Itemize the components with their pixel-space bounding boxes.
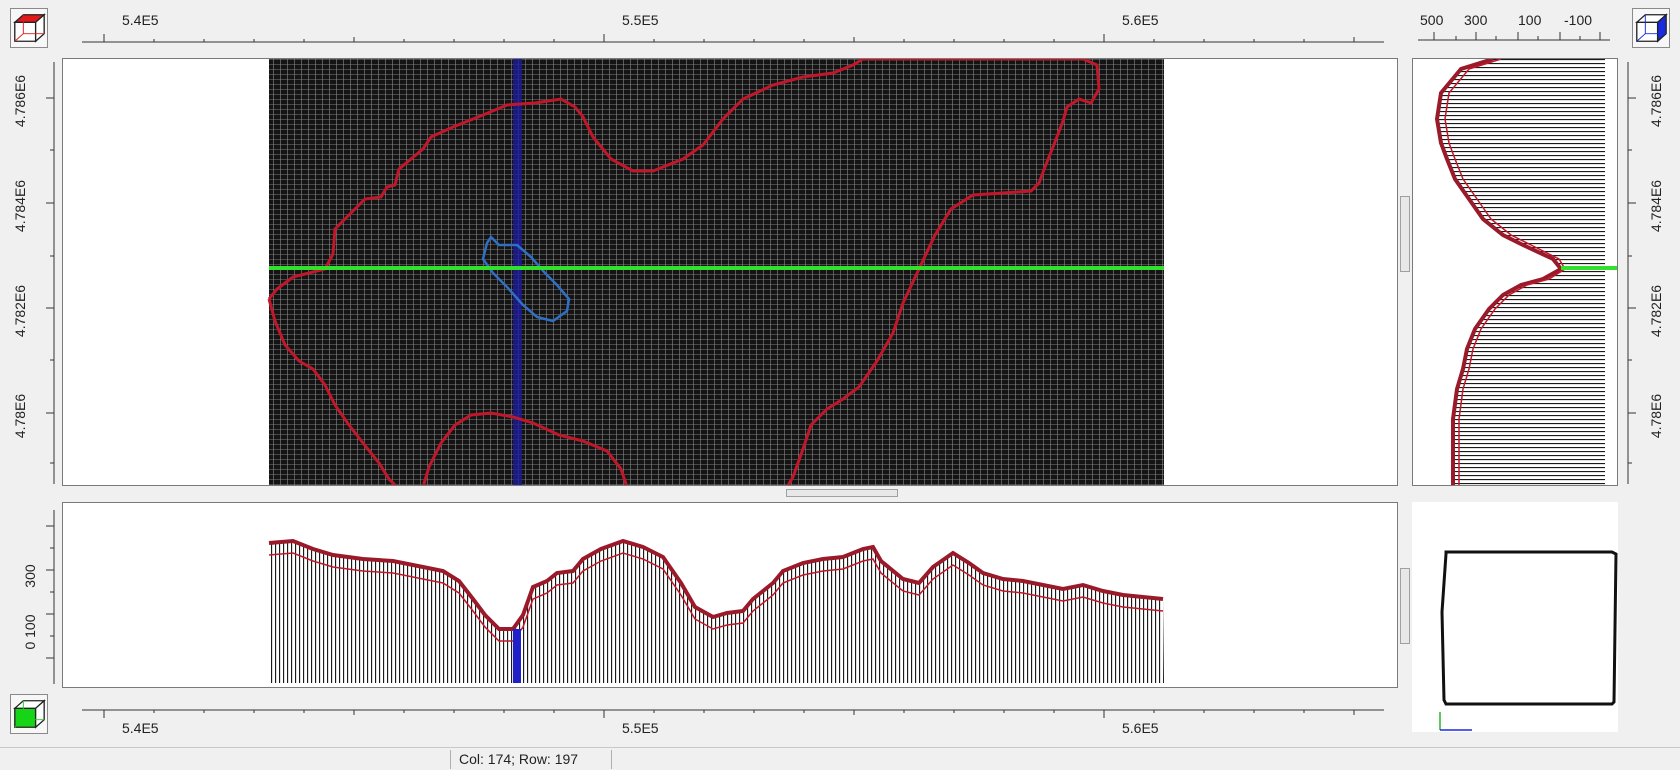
right-ruler-label-2: 4.784E6 [1648,179,1664,233]
frame-preview-panel [1412,502,1618,732]
side-profile-row-marker [1561,266,1617,270]
plan-view-grid [267,59,1164,485]
bottom-panel-splitter[interactable] [786,489,898,497]
status-bar: Col: 174; Row: 197 [0,747,1680,770]
side-profile-bars [1437,59,1605,485]
side-ruler-label-100: 100 [1518,12,1542,28]
cell-position-readout: Col: 174; Row: 197 [450,750,612,769]
top-view-cube-button[interactable] [10,8,48,48]
bottom-ruler-label-2: 5.5E5 [622,720,659,736]
front-profile-plot [268,538,1164,683]
left-ruler-label-2: 4.784E6 [12,179,28,233]
frame-preview [1439,550,1618,731]
side-ruler-label-neg100: -100 [1564,12,1593,28]
side-view-cube-button[interactable] [1632,8,1670,48]
top-x-ruler: 5.4E5 5.5E5 5.6E5 [64,6,1400,56]
bottom-right-splitter[interactable] [1400,568,1410,644]
bottom-ruler-label-300: 300 [22,564,38,588]
side-profile-plot [1434,59,1617,485]
bottom-profile-y-ruler: 300 0 100 [4,502,60,688]
right-ruler-label-1: 4.786E6 [1648,74,1664,128]
green-cube-icon [13,699,46,729]
right-ruler-label-3: 4.782E6 [1648,284,1664,338]
bottom-x-ruler: 5.4E5 5.5E5 5.6E5 [64,700,1400,746]
front-profile-column-marker [513,629,521,683]
side-ruler-label-500: 500 [1420,12,1444,28]
blue-cube-icon [1635,13,1668,43]
side-profile-panel[interactable] [1412,58,1618,486]
front-profile-panel[interactable] [62,502,1398,688]
top-ruler-label-1: 5.4E5 [122,12,159,28]
plan-view-panel[interactable] [62,58,1398,486]
top-ruler-label-2: 5.5E5 [622,12,659,28]
right-panel-splitter[interactable] [1400,196,1410,272]
red-cube-icon [13,13,46,43]
left-ruler-label-4: 4.78E6 [12,393,28,439]
bottom-ruler-label-3: 5.6E5 [1122,720,1159,736]
bottom-ruler-ticks [82,709,1384,718]
top-ruler-label-3: 5.6E5 [1122,12,1159,28]
side-ruler-label-300: 300 [1464,12,1488,28]
selected-column-line [513,59,522,485]
side-profile-ruler: 500 300 100 -100 [1414,6,1614,56]
right-ruler-label-4: 4.78E6 [1648,393,1664,439]
front-view-cube-button[interactable] [10,694,48,734]
bottom-ruler-label-1: 5.4E5 [122,720,159,736]
left-ruler-label-3: 4.782E6 [12,284,28,338]
left-y-ruler: 4.786E6 4.784E6 4.782E6 4.78E6 [4,58,60,488]
selected-row-line [269,266,1164,270]
left-ruler-label-1: 4.786E6 [12,74,28,128]
right-y-ruler: 4.786E6 4.784E6 4.782E6 4.78E6 [1622,58,1678,488]
bottom-ruler-label-0-100: 0 100 [22,614,38,650]
top-ruler-ticks [82,34,1384,43]
